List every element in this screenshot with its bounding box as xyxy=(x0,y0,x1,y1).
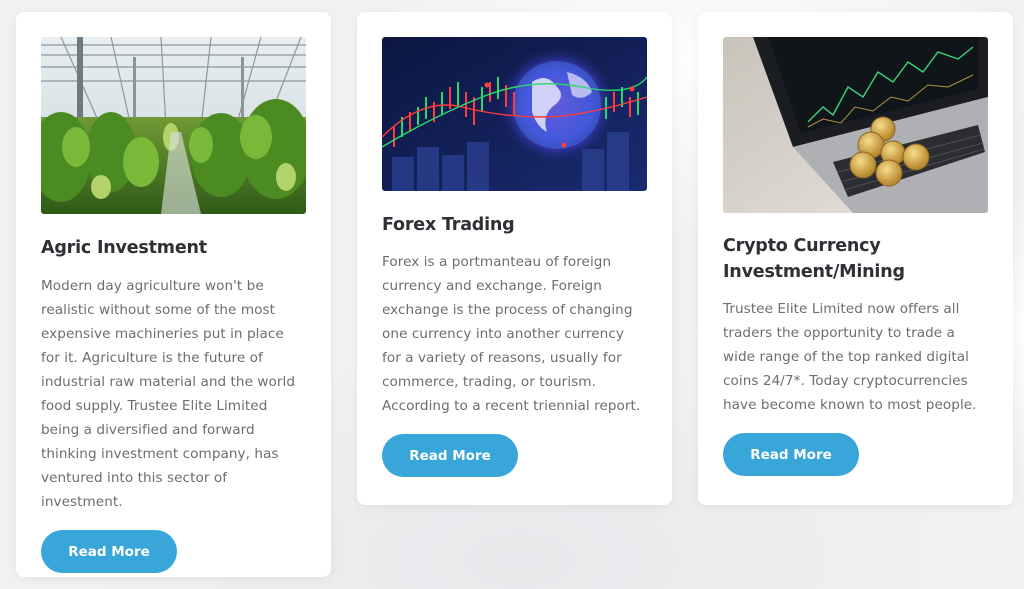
card-description: Modern day agriculture won't be realisti… xyxy=(41,278,296,510)
card-description: Trustee Elite Limited now offers all tra… xyxy=(723,301,977,413)
greenhouse-crops-image xyxy=(41,37,306,214)
read-more-button[interactable]: Read More xyxy=(41,530,177,573)
read-more-button[interactable]: Read More xyxy=(723,433,859,476)
laptop-bitcoins-image xyxy=(723,37,988,213)
card-title: Agric Investment xyxy=(41,238,207,258)
card-forex-trading: Forex Trading Forex is a portmanteau of … xyxy=(357,12,672,505)
card-title: Crypto Currency Investment/Mining xyxy=(723,236,905,282)
forex-chart-globe-image xyxy=(382,37,647,191)
read-more-button[interactable]: Read More xyxy=(382,434,518,477)
card-agric-investment: Agric Investment Modern day agriculture … xyxy=(16,12,331,577)
card-crypto-currency: Crypto Currency Investment/Mining Truste… xyxy=(698,12,1013,505)
card-title: Forex Trading xyxy=(382,215,515,235)
card-description: Forex is a portmanteau of foreign curren… xyxy=(382,254,641,414)
